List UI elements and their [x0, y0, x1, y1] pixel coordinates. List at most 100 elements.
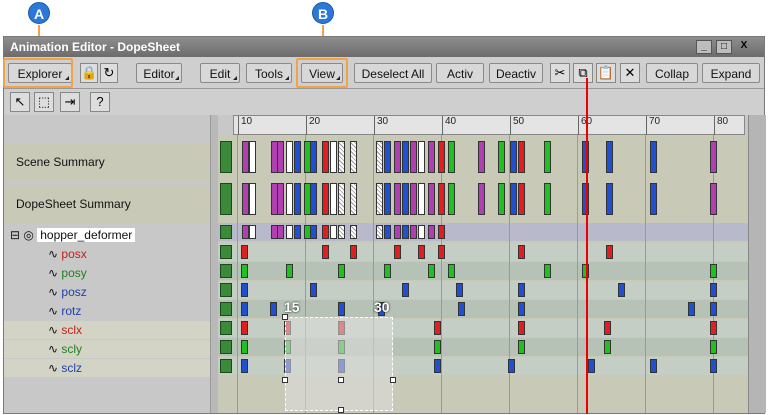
keyframe[interactable]	[710, 321, 717, 335]
keyframe[interactable]	[338, 302, 345, 316]
grid-row[interactable]	[218, 262, 748, 280]
keyframe[interactable]	[498, 141, 505, 173]
keyframe[interactable]	[710, 302, 717, 316]
keyframe[interactable]	[338, 183, 345, 215]
keyframe[interactable]	[428, 141, 435, 173]
keyframe[interactable]	[710, 183, 717, 215]
keyframe[interactable]	[650, 359, 657, 373]
keyframe[interactable]	[294, 225, 301, 239]
keyframe[interactable]	[242, 225, 249, 239]
hopper-deformer-row[interactable]: ⊟ ◎ hopper_deformer	[4, 226, 210, 244]
keyframe[interactable]	[241, 359, 248, 373]
keyframe[interactable]	[376, 183, 383, 215]
keyframe[interactable]	[434, 321, 441, 335]
param-row-sclx[interactable]: ∿ sclx	[4, 321, 210, 339]
keyframe[interactable]	[650, 141, 657, 173]
keyframe[interactable]	[618, 283, 625, 297]
param-row-posz[interactable]: ∿ posz	[4, 283, 210, 301]
keyframe[interactable]	[518, 183, 525, 215]
keyframe[interactable]	[310, 283, 317, 297]
keyframe[interactable]	[241, 321, 248, 335]
keyframe[interactable]	[710, 359, 717, 373]
keyframe[interactable]	[428, 264, 435, 278]
keyframe[interactable]	[508, 359, 515, 373]
keyframe[interactable]	[456, 283, 463, 297]
keyframe[interactable]	[402, 225, 409, 239]
keyframe[interactable]	[710, 283, 717, 297]
keyframe[interactable]	[418, 245, 425, 259]
selection-handle[interactable]	[390, 377, 396, 383]
keyframe[interactable]	[350, 225, 357, 239]
keyframe[interactable]	[418, 141, 425, 173]
keyframe[interactable]	[448, 264, 455, 278]
keyframe[interactable]	[350, 183, 357, 215]
keyframe[interactable]	[518, 283, 525, 297]
keyframe[interactable]	[310, 225, 317, 239]
keyframe[interactable]	[241, 264, 248, 278]
row-activity-swatch[interactable]	[220, 359, 232, 373]
keyframe[interactable]	[384, 264, 391, 278]
keyframe[interactable]	[498, 183, 505, 215]
keyframe[interactable]	[330, 183, 337, 215]
row-activity-swatch[interactable]	[220, 245, 232, 259]
row-activity-swatch[interactable]	[220, 141, 232, 173]
keyframe[interactable]	[478, 183, 485, 215]
vertical-scrollbar[interactable]	[748, 115, 766, 413]
keyframe[interactable]	[410, 225, 417, 239]
close-button[interactable]: X	[736, 40, 752, 54]
keyframe[interactable]	[710, 340, 717, 354]
keyframe[interactable]	[510, 141, 517, 173]
dopesheet-summary-row[interactable]: DopeSheet Summary	[4, 185, 210, 223]
keyframe[interactable]	[241, 302, 248, 316]
row-activity-swatch[interactable]	[220, 321, 232, 335]
maximize-button[interactable]: □	[716, 40, 732, 54]
playhead-marker[interactable]	[586, 78, 588, 414]
select-arrow-icon[interactable]: ↖	[10, 92, 30, 112]
dopesheet-grid[interactable]: 15 30	[218, 135, 748, 413]
scene-summary-row[interactable]: Scene Summary	[4, 143, 210, 181]
keyframe[interactable]	[310, 141, 317, 173]
keyframe[interactable]	[394, 245, 401, 259]
keyframe[interactable]	[322, 245, 329, 259]
keyframe[interactable]	[310, 183, 317, 215]
keyframe[interactable]	[286, 141, 293, 173]
keyframe[interactable]	[518, 302, 525, 316]
keyframe[interactable]	[604, 321, 611, 335]
keyframe[interactable]	[277, 225, 284, 239]
keyframe[interactable]	[606, 245, 613, 259]
param-row-scly[interactable]: ∿ scly	[4, 340, 210, 358]
keyframe[interactable]	[249, 225, 256, 239]
keyframe[interactable]	[241, 340, 248, 354]
paste-icon[interactable]: 📋	[596, 63, 616, 83]
keyframe[interactable]	[428, 225, 435, 239]
keyframe[interactable]	[350, 141, 357, 173]
lock-icon[interactable]: 🔒	[80, 63, 98, 83]
keyframe[interactable]	[418, 183, 425, 215]
snap-frame-icon[interactable]: ⇥	[60, 92, 80, 112]
selection-handle[interactable]	[338, 407, 344, 413]
selection-handle[interactable]	[338, 377, 344, 383]
edit-menu[interactable]: Edit	[200, 63, 240, 83]
row-activity-swatch[interactable]	[220, 264, 232, 278]
pane-splitter[interactable]	[210, 115, 218, 413]
keyframe[interactable]	[286, 225, 293, 239]
collapse-button[interactable]: Collap	[646, 63, 698, 83]
keyframe[interactable]	[338, 225, 345, 239]
keyframe[interactable]	[448, 141, 455, 173]
row-activity-swatch[interactable]	[220, 225, 232, 239]
row-activity-swatch[interactable]	[220, 183, 232, 215]
keyframe[interactable]	[322, 183, 329, 215]
keyframe[interactable]	[438, 183, 445, 215]
grid-row[interactable]	[218, 243, 748, 261]
deactiv-button[interactable]: Deactiv	[489, 63, 543, 83]
keyframe[interactable]	[448, 183, 455, 215]
row-activity-swatch[interactable]	[220, 283, 232, 297]
keyframe[interactable]	[294, 141, 301, 173]
deselect-all-button[interactable]: Deselect All	[354, 63, 432, 83]
keyframe[interactable]	[518, 141, 525, 173]
keyframe[interactable]	[518, 340, 525, 354]
keyframe[interactable]	[604, 340, 611, 354]
region-selection-box[interactable]	[285, 317, 393, 411]
keyframe[interactable]	[606, 141, 613, 173]
param-row-posy[interactable]: ∿ posy	[4, 264, 210, 282]
